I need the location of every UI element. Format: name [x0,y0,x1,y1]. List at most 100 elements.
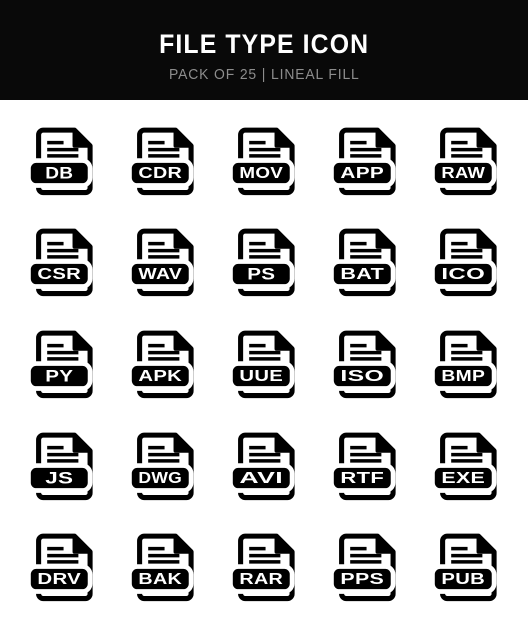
file-type-icon-dwg[interactable]: DWG [124,425,202,503]
folded-corner-icon [476,331,496,351]
icon-cell[interactable]: WAV [113,210,214,312]
icon-cell[interactable]: BAT [314,210,415,312]
extension-label: APP [340,165,384,182]
icon-cell[interactable]: PS [214,210,315,312]
folded-corner-icon [72,432,93,453]
extension-label: RAR [239,571,283,588]
icon-cell[interactable]: RAW [415,108,516,210]
icon-cell[interactable]: APK [113,311,214,413]
icon-cell[interactable]: PPS [314,514,415,616]
icon-cell[interactable]: DWG [113,413,214,515]
file-type-icon-cdr[interactable]: CDR [124,120,202,198]
icon-cell[interactable]: JS [12,413,113,515]
folded-corner-icon [476,127,496,148]
file-type-icon-csr[interactable]: CSR [23,221,101,299]
file-type-icon-exe[interactable]: EXE [427,425,505,503]
extension-label: PY [46,367,74,385]
page-subtitle: PACK OF 25 | LINEAL FILL [168,67,360,84]
folded-corner-icon [375,229,395,250]
folded-corner-icon [375,331,395,351]
file-type-icon-wav[interactable]: WAV [124,221,202,299]
folded-corner-icon [476,432,496,453]
folded-corner-icon [72,127,93,148]
folded-corner-icon [173,534,194,554]
extension-label: DB [46,164,74,182]
icon-cell[interactable]: APP [314,108,415,210]
extension-label: MOV [239,165,283,182]
extension-label: UUE [239,368,283,385]
file-type-icon-mov[interactable]: MOV [225,120,303,198]
file-type-icon-avi[interactable]: AVI [225,425,303,503]
icon-cell[interactable]: CSR [12,210,113,312]
folded-corner-icon [274,534,295,554]
file-type-icon-uue[interactable]: UUE [225,323,303,401]
folded-corner-icon [173,229,194,250]
extension-label: WAV [139,266,183,283]
icon-cell[interactable]: BAK [113,514,214,616]
extension-label: PPS [340,571,384,588]
folded-corner-icon [173,432,194,453]
icon-cell[interactable]: RAR [214,514,315,616]
folded-corner-icon [274,331,295,351]
extension-label: RTF [340,470,384,487]
icon-cell[interactable]: CDR [113,108,214,210]
extension-label: CDR [139,165,183,182]
icon-cell[interactable]: MOV [214,108,315,210]
folded-corner-icon [72,229,93,250]
extension-label: ICO [441,266,485,283]
icon-cell[interactable]: DRV [12,514,113,616]
file-type-icon-rar[interactable]: RAR [225,526,303,604]
file-type-icon-raw[interactable]: RAW [427,120,505,198]
folded-corner-icon [72,331,93,351]
file-type-icon-apk[interactable]: APK [124,323,202,401]
file-type-icon-bat[interactable]: BAT [326,221,404,299]
folded-corner-icon [173,331,194,351]
file-type-icon-ico[interactable]: ICO [427,221,505,299]
file-type-icon-iso[interactable]: ISO [326,323,404,401]
extension-label: APK [139,368,183,385]
header-banner: FILE TYPE ICON PACK OF 25 | LINEAL FILL [0,0,528,100]
folded-corner-icon [274,127,295,148]
file-type-icon-rtf[interactable]: RTF [326,425,404,503]
icon-grid: DB CDR MOV APP RAW CSR WAV PS BAT ICO PY APK UUE ISO B… [0,100,528,626]
file-type-icon-pub[interactable]: PUB [427,526,505,604]
file-type-icon-db[interactable]: DB [23,120,101,198]
icon-cell[interactable]: UUE [214,311,315,413]
extension-label: BMP [441,368,485,385]
folded-corner-icon [375,534,395,554]
icon-cell[interactable]: ICO [415,210,516,312]
file-type-icon-pps[interactable]: PPS [326,526,404,604]
icon-cell[interactable]: PY [12,311,113,413]
extension-label: DRV [38,571,82,588]
page-title: FILE TYPE ICON [158,29,370,60]
folded-corner-icon [173,127,194,148]
extension-label: BAT [340,266,384,283]
extension-label: RAW [441,165,485,182]
folded-corner-icon [476,229,496,250]
extension-label: AVI [239,470,283,487]
extension-label: DWG [139,470,183,487]
extension-label: BAK [139,571,183,588]
extension-label: CSR [38,266,82,283]
extension-label: PUB [441,571,485,588]
folded-corner-icon [274,432,295,453]
icon-cell[interactable]: DB [12,108,113,210]
icon-cell[interactable]: PUB [415,514,516,616]
folded-corner-icon [375,432,395,453]
extension-label: JS [46,469,74,487]
file-type-icon-app[interactable]: APP [326,120,404,198]
file-type-icon-bak[interactable]: BAK [124,526,202,604]
file-type-icon-ps[interactable]: PS [225,221,303,299]
icon-cell[interactable]: BMP [415,311,516,413]
file-type-icon-js[interactable]: JS [23,425,101,503]
file-type-icon-drv[interactable]: DRV [23,526,101,604]
folded-corner-icon [72,534,93,554]
icon-cell[interactable]: RTF [314,413,415,515]
icon-cell[interactable]: ISO [314,311,415,413]
icon-cell[interactable]: EXE [415,413,516,515]
file-type-icon-bmp[interactable]: BMP [427,323,505,401]
file-type-icon-py[interactable]: PY [23,323,101,401]
icon-cell[interactable]: AVI [214,413,315,515]
folded-corner-icon [274,229,295,250]
folded-corner-icon [476,534,496,554]
